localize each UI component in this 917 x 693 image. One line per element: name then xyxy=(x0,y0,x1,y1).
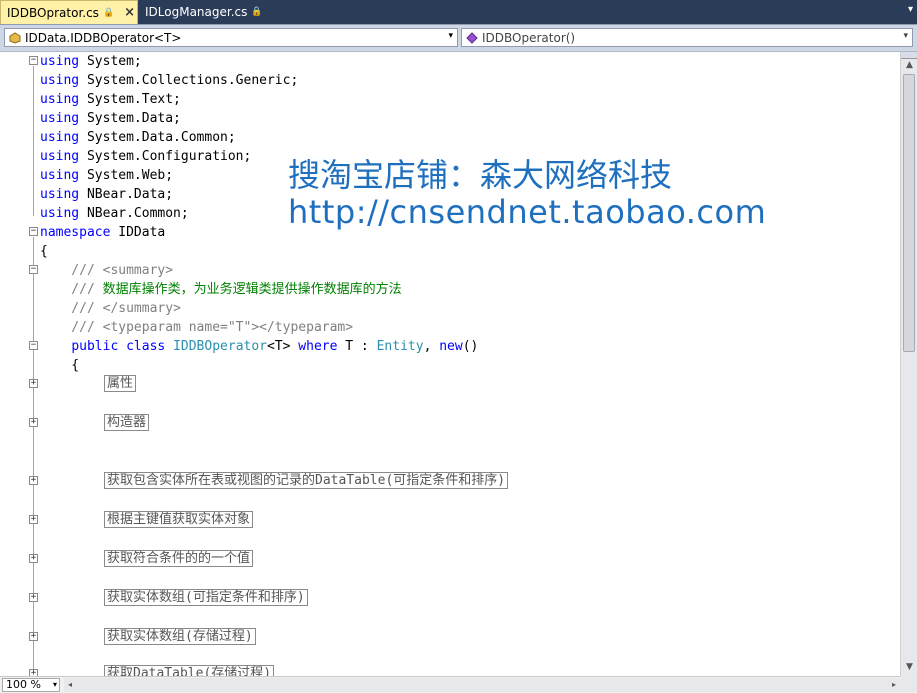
chevron-down-icon[interactable]: ▾ xyxy=(448,31,453,41)
expand-toggle-icon[interactable]: + xyxy=(29,554,38,563)
code-line-using: using System.Collections.Generic; xyxy=(40,73,299,88)
code-line-doc-summary-close: /// </summary> xyxy=(40,301,181,316)
type-selector-value: IDData.IDDBOperator<T> xyxy=(25,30,182,45)
code-line-brace: { xyxy=(40,358,80,373)
scroll-down-icon[interactable]: ▼ xyxy=(901,660,917,674)
code-line-using: using System.Web; xyxy=(40,168,174,183)
code-line-using: using NBear.Common; xyxy=(40,206,189,221)
collapsed-region-get-datatable-sp[interactable]: 获取DataTable(存储过程) xyxy=(104,665,275,676)
collapse-toggle-icon[interactable]: − xyxy=(29,227,38,236)
collapsed-region-get-entity-array-sp[interactable]: 获取实体数组(存储过程) xyxy=(104,628,256,645)
code-line-doc-typeparam: /// <typeparam name="T"></typeparam> xyxy=(40,320,354,335)
lock-icon: 🔒 xyxy=(102,7,115,18)
collapsed-region-get-entity-array[interactable]: 获取实体数组(可指定条件和排序) xyxy=(104,589,308,606)
scroll-thumb[interactable] xyxy=(903,74,915,352)
lock-icon: 🔒 xyxy=(251,7,263,17)
expand-toggle-icon[interactable]: + xyxy=(29,593,38,602)
chevron-down-icon[interactable]: ▾ xyxy=(53,679,57,691)
method-icon xyxy=(466,31,478,44)
code-line-using: using System.Data; xyxy=(40,111,181,126)
code-line-using: using System.Text; xyxy=(40,92,181,107)
expand-toggle-icon[interactable]: + xyxy=(29,632,38,641)
code-line-brace: { xyxy=(40,244,48,259)
expand-toggle-icon[interactable]: + xyxy=(29,379,38,388)
code-line-using: using System.Configuration; xyxy=(40,149,252,164)
scrollbar-corner xyxy=(900,676,917,692)
navigation-bar: IDData.IDDBOperator<T> ▾ IDDBOperator() … xyxy=(0,25,917,52)
close-icon[interactable]: × xyxy=(124,5,135,20)
zoom-selector[interactable]: 100 % ▾ xyxy=(2,678,60,692)
class-icon xyxy=(9,31,21,44)
collapsed-region-constructors[interactable]: 构造器 xyxy=(104,414,150,431)
member-selector-value: IDDBOperator() xyxy=(482,30,576,45)
scroll-left-icon[interactable]: ◂ xyxy=(64,678,76,692)
collapse-toggle-icon[interactable]: − xyxy=(29,56,38,65)
code-line-using: using System.Data.Common; xyxy=(40,130,236,145)
tab-label: IDLogManager.cs xyxy=(145,5,248,19)
expand-toggle-icon[interactable]: + xyxy=(29,476,38,485)
zoom-value: 100 % xyxy=(6,678,41,691)
editor-margin xyxy=(0,52,28,676)
document-tab-bar: IDDBOprator.cs 🔒 × IDLogManager.cs 🔒 ▾ xyxy=(0,0,917,25)
scroll-up-icon[interactable]: ▲ xyxy=(901,58,917,72)
tab-dropdown-icon[interactable]: ▾ xyxy=(908,4,913,15)
vertical-scrollbar[interactable]: ▲ ▼ xyxy=(900,52,917,676)
code-line-doc-summary-open: /// <summary> xyxy=(40,263,174,278)
outline-line xyxy=(33,66,34,216)
collapse-toggle-icon[interactable]: − xyxy=(29,265,38,274)
collapsed-region-get-single-value[interactable]: 获取符合条件的的一个值 xyxy=(104,550,254,567)
expand-toggle-icon[interactable]: + xyxy=(29,515,38,524)
collapsed-region-get-datatable[interactable]: 获取包含实体所在表或视图的记录的DataTable(可指定条件和排序) xyxy=(104,472,509,489)
member-selector[interactable]: IDDBOperator() ▾ xyxy=(461,28,913,47)
collapsed-region-properties[interactable]: 属性 xyxy=(104,375,137,392)
expand-toggle-icon[interactable]: + xyxy=(29,669,38,676)
chevron-down-icon[interactable]: ▾ xyxy=(903,31,908,41)
code-line-using: using System; xyxy=(40,54,142,69)
code-line-class-declaration: public class IDDBOperator<T> where T : E… xyxy=(71,339,479,354)
code-editor[interactable]: − − − − + + + + + + + + using System; us… xyxy=(0,52,900,676)
collapsed-region-get-entity-by-key[interactable]: 根据主键值获取实体对象 xyxy=(104,511,254,528)
scroll-right-icon[interactable]: ▸ xyxy=(888,678,900,692)
outline-line xyxy=(33,237,34,676)
tab-label: IDDBOprator.cs xyxy=(7,5,99,20)
code-line-using: using NBear.Data; xyxy=(40,187,174,202)
tab-iddboprator[interactable]: IDDBOprator.cs 🔒 × xyxy=(0,0,138,24)
code-line-doc-summary-text: /// 数据库操作类，为业务逻辑类提供操作数据库的方法 xyxy=(40,282,402,297)
code-line-namespace: namespace IDData xyxy=(40,225,166,240)
watermark-shop-name: 搜淘宝店铺：森大网络科技 xyxy=(288,156,673,194)
watermark-url: http://cnsendnet.taobao.com xyxy=(288,193,767,231)
expand-toggle-icon[interactable]: + xyxy=(29,418,38,427)
type-selector[interactable]: IDData.IDDBOperator<T> ▾ xyxy=(4,28,458,47)
tab-idlogmanager[interactable]: IDLogManager.cs 🔒 xyxy=(139,0,267,24)
collapse-toggle-icon[interactable]: − xyxy=(29,341,38,350)
horizontal-scrollbar[interactable]: ◂ ▸ xyxy=(64,678,900,692)
editor-status-bar: 100 % ▾ ◂ ▸ xyxy=(0,676,917,693)
